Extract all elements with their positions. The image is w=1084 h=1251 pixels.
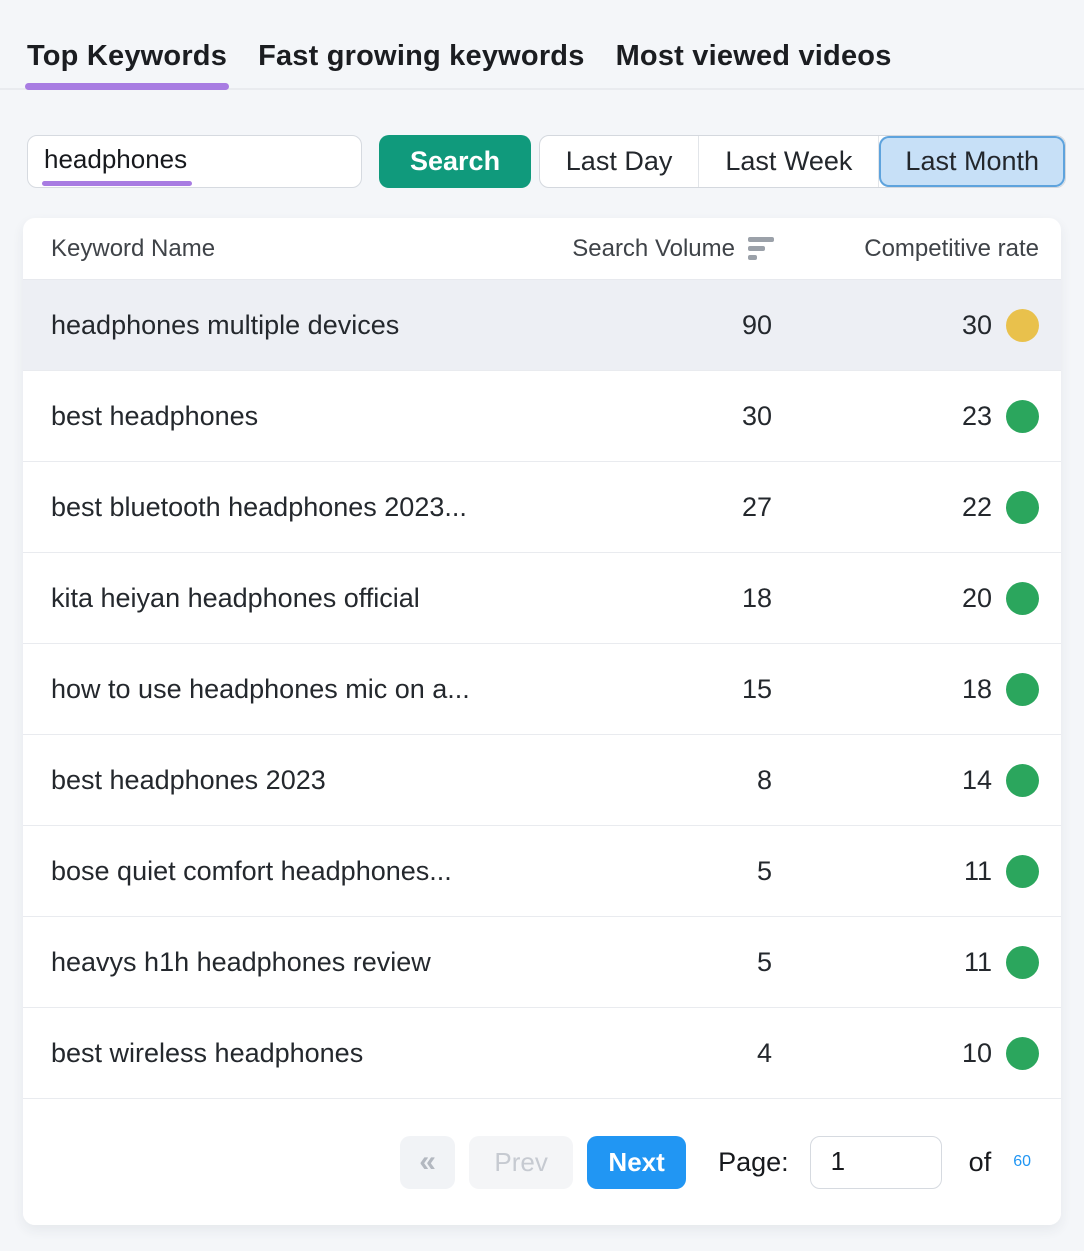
keyword-cell: best headphones — [51, 401, 564, 432]
time-filter-last-week[interactable]: Last Week — [699, 136, 879, 187]
competitive-rate-value: 20 — [962, 583, 992, 614]
column-header-search-volume[interactable]: Search Volume — [564, 235, 774, 263]
keyword-cell: best bluetooth headphones 2023... — [51, 492, 564, 523]
competitive-rate-cell: 10 — [774, 1037, 1039, 1070]
page-number-input[interactable] — [810, 1136, 942, 1189]
sort-descending-icon[interactable] — [748, 237, 774, 260]
search-volume-cell: 4 — [564, 1038, 774, 1069]
search-volume-cell: 27 — [564, 492, 774, 523]
table-row[interactable]: headphones multiple devices 90 30 — [23, 280, 1061, 371]
search-text-underline — [42, 181, 192, 186]
table-body: headphones multiple devices 90 30 best h… — [23, 280, 1061, 1099]
competitive-rate-dot — [1006, 764, 1039, 797]
competitive-rate-dot — [1006, 491, 1039, 524]
competitive-rate-value: 22 — [962, 492, 992, 523]
search-volume-cell: 8 — [564, 765, 774, 796]
competitive-rate-dot — [1006, 946, 1039, 979]
time-filter-last-day[interactable]: Last Day — [540, 136, 700, 187]
keyword-cell: heavys h1h headphones review — [51, 947, 564, 978]
table-row[interactable]: heavys h1h headphones review 5 11 — [23, 917, 1061, 1008]
competitive-rate-value: 11 — [964, 856, 992, 887]
tab-top-keywords[interactable]: Top Keywords — [27, 40, 227, 88]
table-row[interactable]: bose quiet comfort headphones... 5 11 — [23, 826, 1061, 917]
keyword-cell: best wireless headphones — [51, 1038, 564, 1069]
keyword-cell: kita heiyan headphones official — [51, 583, 564, 614]
total-pages-link[interactable]: 60 — [1013, 1153, 1031, 1171]
competitive-rate-value: 30 — [962, 310, 992, 341]
search-box — [27, 135, 362, 188]
competitive-rate-dot — [1006, 309, 1039, 342]
competitive-rate-cell: 14 — [774, 764, 1039, 797]
time-filter: Last Day Last Week Last Month — [539, 135, 1066, 188]
search-volume-cell: 30 — [564, 401, 774, 432]
keyword-cell: headphones multiple devices — [51, 310, 564, 341]
next-page-button[interactable]: Next — [587, 1136, 686, 1189]
competitive-rate-cell: 18 — [774, 673, 1039, 706]
competitive-rate-dot — [1006, 400, 1039, 433]
competitive-rate-cell: 23 — [774, 400, 1039, 433]
table-header: Keyword Name Search Volume Competitive r… — [23, 218, 1061, 280]
table-row[interactable]: best bluetooth headphones 2023... 27 22 — [23, 462, 1061, 553]
table-row[interactable]: kita heiyan headphones official 18 20 — [23, 553, 1061, 644]
tab-fast-growing-keywords[interactable]: Fast growing keywords — [258, 40, 585, 88]
pagination-bar: « Prev Next Page: of 60 — [23, 1099, 1061, 1225]
table-row[interactable]: best headphones 2023 8 14 — [23, 735, 1061, 826]
competitive-rate-dot — [1006, 1037, 1039, 1070]
keyword-cell: bose quiet comfort headphones... — [51, 856, 564, 887]
competitive-rate-dot — [1006, 673, 1039, 706]
competitive-rate-value: 18 — [962, 674, 992, 705]
search-volume-cell: 90 — [564, 310, 774, 341]
competitive-rate-cell: 22 — [774, 491, 1039, 524]
table-row[interactable]: best headphones 30 23 — [23, 371, 1061, 462]
first-page-button[interactable]: « — [400, 1136, 455, 1189]
competitive-rate-value: 14 — [962, 765, 992, 796]
competitive-rate-value: 11 — [964, 947, 992, 978]
search-volume-header-label: Search Volume — [572, 235, 735, 263]
table-row[interactable]: best wireless headphones 4 10 — [23, 1008, 1061, 1099]
competitive-rate-dot — [1006, 855, 1039, 888]
competitive-rate-cell: 30 — [774, 309, 1039, 342]
of-label: of — [969, 1147, 992, 1178]
search-volume-cell: 5 — [564, 856, 774, 887]
competitive-rate-cell: 11 — [774, 946, 1039, 979]
column-header-keyword-name: Keyword Name — [51, 235, 564, 263]
competitive-rate-value: 23 — [962, 401, 992, 432]
prev-page-button[interactable]: Prev — [469, 1136, 573, 1189]
controls-row: Search Last Day Last Week Last Month — [0, 90, 1084, 188]
tab-most-viewed-videos[interactable]: Most viewed videos — [616, 40, 892, 88]
competitive-rate-value: 10 — [962, 1038, 992, 1069]
keyword-cell: how to use headphones mic on a... — [51, 674, 564, 705]
search-volume-cell: 15 — [564, 674, 774, 705]
keywords-table-card: Keyword Name Search Volume Competitive r… — [23, 218, 1061, 1225]
search-volume-cell: 5 — [564, 947, 774, 978]
competitive-rate-cell: 11 — [774, 855, 1039, 888]
keyword-cell: best headphones 2023 — [51, 765, 564, 796]
search-volume-cell: 18 — [564, 583, 774, 614]
competitive-rate-dot — [1006, 582, 1039, 615]
competitive-rate-cell: 20 — [774, 582, 1039, 615]
time-filter-last-month[interactable]: Last Month — [879, 136, 1065, 187]
search-button[interactable]: Search — [379, 135, 531, 188]
column-header-competitive-rate: Competitive rate — [774, 235, 1039, 263]
table-row[interactable]: how to use headphones mic on a... 15 18 — [23, 644, 1061, 735]
tab-bar: Top Keywords Fast growing keywords Most … — [0, 0, 1084, 90]
page-label: Page: — [718, 1147, 789, 1178]
